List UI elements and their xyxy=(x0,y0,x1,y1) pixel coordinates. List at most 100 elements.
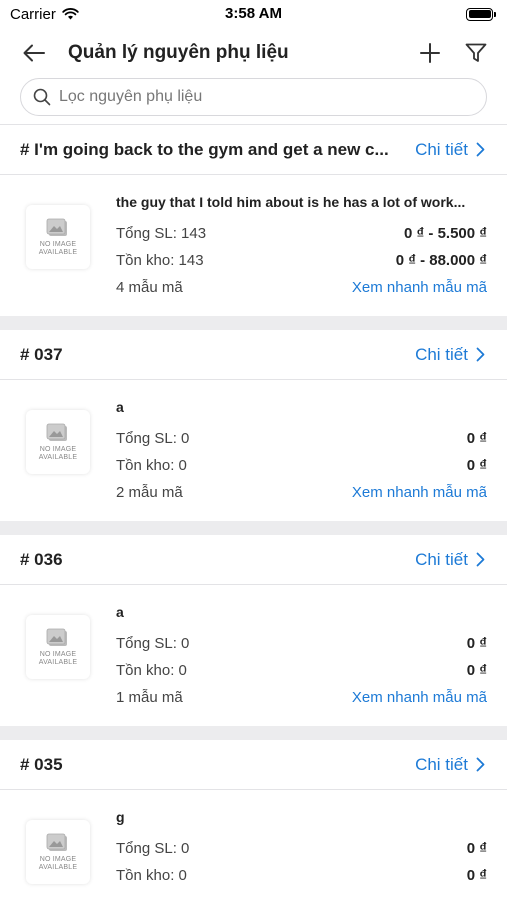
group-header: # 037 Chi tiết xyxy=(0,330,507,380)
group-code: # 037 xyxy=(20,344,63,364)
stock-row: Tồn kho: 0 0 ₫ xyxy=(116,452,487,479)
group-header: # I'm going back to the gym and get a ne… xyxy=(0,125,507,175)
stock-row: Tồn kho: 0 0 ₫ xyxy=(116,862,487,889)
nav-actions xyxy=(417,40,489,66)
image-icon xyxy=(46,833,67,851)
no-image-placeholder: NO IMAGE AVAILABLE xyxy=(26,820,90,884)
price-stock: 0 ₫ - 88.000 ₫ xyxy=(395,252,487,269)
status-left: Carrier xyxy=(10,6,79,23)
detail-link[interactable]: Chi tiết xyxy=(415,140,485,160)
detail-link[interactable]: Chi tiết xyxy=(415,345,485,365)
variants-row: 2 mẫu mã Xem nhanh mẫu mã xyxy=(116,479,487,506)
total-qty: Tổng SL: 0 xyxy=(116,635,190,652)
section-divider xyxy=(0,521,507,535)
price-stock: 0 ₫ xyxy=(466,867,487,884)
arrow-left-icon xyxy=(23,44,45,62)
filter-button[interactable] xyxy=(463,40,489,66)
group-header: # 035 Chi tiết xyxy=(0,740,507,790)
total-qty: Tổng SL: 143 xyxy=(116,225,207,242)
variants-row: 1 mẫu mã Xem nhanh mẫu mã xyxy=(116,684,487,711)
chevron-right-icon xyxy=(476,142,485,157)
page-title: Quản lý nguyên phụ liệu xyxy=(68,42,289,63)
add-button[interactable] xyxy=(417,40,443,66)
search-area xyxy=(0,78,507,124)
group-header: # 036 Chi tiết xyxy=(0,535,507,585)
no-image-text: NO IMAGE AVAILABLE xyxy=(38,855,78,871)
group-code: # I'm going back to the gym and get a ne… xyxy=(20,139,389,159)
item-name: a xyxy=(116,604,124,620)
search-box[interactable] xyxy=(20,78,487,116)
price-stock: 0 ₫ xyxy=(466,457,487,474)
item-body: g Tổng SL: 0 0 ₫ Tồn kho: 0 0 ₫ xyxy=(116,808,487,900)
section-divider xyxy=(0,726,507,740)
detail-link[interactable]: Chi tiết xyxy=(415,550,485,570)
price-stock: 0 ₫ xyxy=(466,662,487,679)
item-name: g xyxy=(116,809,125,825)
status-bar: Carrier 3:58 AM xyxy=(0,0,507,28)
no-image-text: NO IMAGE AVAILABLE xyxy=(38,650,78,666)
stock-qty: Tồn kho: 0 xyxy=(116,867,187,884)
list-item[interactable]: NO IMAGE AVAILABLE a Tổng SL: 0 0 ₫ Tồn k… xyxy=(0,585,507,726)
variant-count: 2 mẫu mã xyxy=(116,484,183,501)
nav-bar: Quản lý nguyên phụ liệu xyxy=(0,28,507,78)
search-icon xyxy=(33,88,51,106)
list-item[interactable]: NO IMAGE AVAILABLE g Tổng SL: 0 0 ₫ Tồn k… xyxy=(0,790,507,900)
no-image-text: NO IMAGE AVAILABLE xyxy=(38,445,78,461)
variant-count: 1 mẫu mã xyxy=(116,689,183,706)
image-icon xyxy=(46,423,67,441)
quick-view-link[interactable]: Xem nhanh mẫu mã xyxy=(352,279,487,296)
price-total: 0 ₫ - 5.500 ₫ xyxy=(404,225,487,242)
chevron-right-icon xyxy=(476,347,485,362)
list-item[interactable]: NO IMAGE AVAILABLE the guy that I told hi… xyxy=(0,175,507,316)
stock-row: Tồn kho: 0 0 ₫ xyxy=(116,657,487,684)
item-body: the guy that I told him about is he has … xyxy=(116,193,487,302)
list-item[interactable]: NO IMAGE AVAILABLE a Tổng SL: 0 0 ₫ Tồn k… xyxy=(0,380,507,521)
material-group: # 036 Chi tiết NO IMAGE AVAILABLE a Tổng … xyxy=(0,535,507,726)
search-input[interactable] xyxy=(59,88,474,106)
stock-qty: Tồn kho: 0 xyxy=(116,662,187,679)
group-code: # 035 xyxy=(20,754,63,774)
item-body: a Tổng SL: 0 0 ₫ Tồn kho: 0 0 ₫ 2 mẫu mã… xyxy=(116,398,487,507)
detail-label: Chi tiết xyxy=(415,139,468,159)
no-image-placeholder: NO IMAGE AVAILABLE xyxy=(26,205,90,269)
detail-label: Chi tiết xyxy=(415,549,468,569)
total-qty-row: Tổng SL: 143 0 ₫ - 5.500 ₫ xyxy=(116,220,487,247)
material-group: # 037 Chi tiết NO IMAGE AVAILABLE a Tổng … xyxy=(0,330,507,521)
detail-label: Chi tiết xyxy=(415,344,468,364)
image-icon xyxy=(46,628,67,646)
chevron-right-icon xyxy=(476,552,485,567)
back-button[interactable] xyxy=(20,39,48,67)
material-group: # 035 Chi tiết NO IMAGE AVAILABLE g Tổng … xyxy=(0,740,507,900)
material-list: # I'm going back to the gym and get a ne… xyxy=(0,124,507,900)
price-total: 0 ₫ xyxy=(466,840,487,857)
stock-qty: Tồn kho: 0 xyxy=(116,457,187,474)
item-name: the guy that I told him about is he has … xyxy=(116,194,466,210)
plus-icon xyxy=(420,43,440,63)
total-qty-row: Tổng SL: 0 0 ₫ xyxy=(116,630,487,657)
stock-qty: Tồn kho: 143 xyxy=(116,252,204,269)
detail-label: Chi tiết xyxy=(415,754,468,774)
filter-icon xyxy=(465,43,487,62)
quick-view-link[interactable]: Xem nhanh mẫu mã xyxy=(352,484,487,501)
wifi-icon xyxy=(62,8,79,20)
group-code: # 036 xyxy=(20,549,63,569)
item-name: a xyxy=(116,399,124,415)
total-qty: Tổng SL: 0 xyxy=(116,840,190,857)
battery-icon xyxy=(466,7,496,21)
carrier-label: Carrier xyxy=(10,5,56,23)
material-group: # I'm going back to the gym and get a ne… xyxy=(0,125,507,316)
image-icon xyxy=(46,218,67,236)
section-divider xyxy=(0,316,507,330)
price-total: 0 ₫ xyxy=(466,635,487,652)
total-qty: Tổng SL: 0 xyxy=(116,430,190,447)
item-body: a Tổng SL: 0 0 ₫ Tồn kho: 0 0 ₫ 1 mẫu mã… xyxy=(116,603,487,712)
no-image-placeholder: NO IMAGE AVAILABLE xyxy=(26,615,90,679)
chevron-right-icon xyxy=(476,757,485,772)
total-qty-row: Tổng SL: 0 0 ₫ xyxy=(116,835,487,862)
total-qty-row: Tổng SL: 0 0 ₫ xyxy=(116,425,487,452)
quick-view-link[interactable]: Xem nhanh mẫu mã xyxy=(352,689,487,706)
variant-count: 4 mẫu mã xyxy=(116,279,183,296)
variants-row: 4 mẫu mã Xem nhanh mẫu mã xyxy=(116,274,487,301)
no-image-text: NO IMAGE AVAILABLE xyxy=(38,240,78,256)
detail-link[interactable]: Chi tiết xyxy=(415,755,485,775)
